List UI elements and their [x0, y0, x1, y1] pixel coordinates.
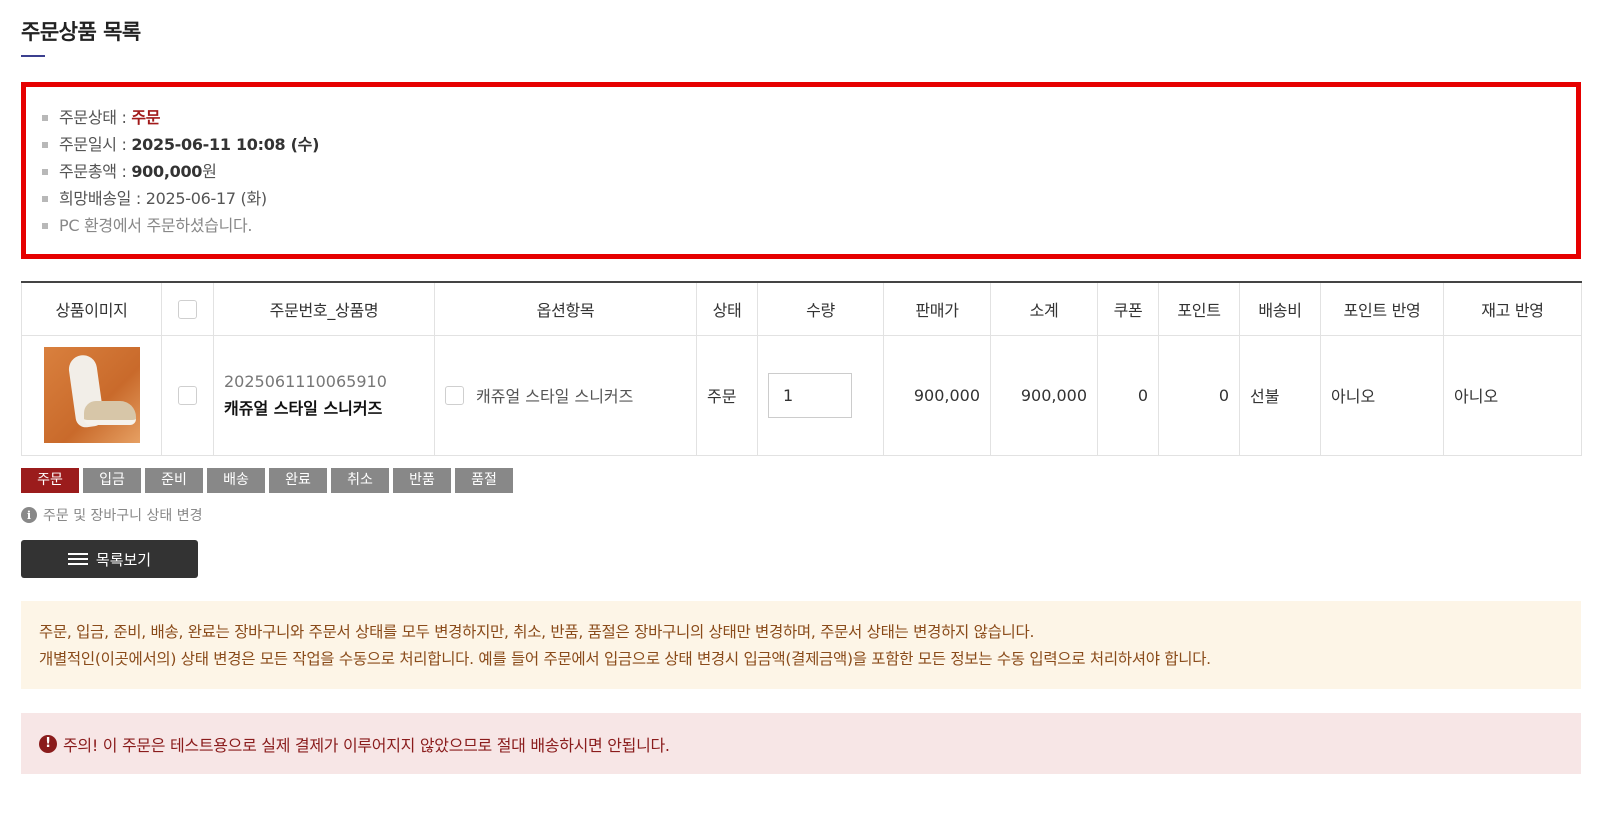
info-icon: i — [21, 507, 37, 523]
option-name: 캐쥬얼 스타일 스니커즈 — [476, 387, 634, 406]
status-button-group: 주문 입금 준비 배송 완료 취소 반품 품절 — [21, 468, 513, 493]
select-all-checkbox[interactable] — [178, 299, 197, 319]
product-image-cell — [21, 334, 162, 456]
order-items-table: 상품이미지 주문번호_상품명 옵션항목 상태 수량 판매가 소계 쿠폰 포인트 … — [21, 281, 1582, 456]
order-total-item: 주문총액 : 900,000원 — [42, 158, 1560, 185]
header-point-applied: 포인트 반영 — [1320, 281, 1444, 336]
order-product-cell: 2025061110065910 캐쥬얼 스타일 스니커즈 — [213, 334, 435, 456]
header-image: 상품이미지 — [21, 281, 162, 336]
list-view-button[interactable]: 목록보기 — [21, 540, 198, 578]
order-date-value: 2025-06-11 10:08 (수) — [131, 135, 320, 154]
quantity-cell — [757, 334, 884, 456]
test-order-warning: ! 주의! 이 주문은 테스트용으로 실제 결제가 이루어지지 않았으므로 절대… — [21, 713, 1581, 774]
product-thumbnail[interactable] — [43, 347, 140, 443]
table-header-row: 상품이미지 주문번호_상품명 옵션항목 상태 수량 판매가 소계 쿠폰 포인트 … — [21, 281, 1582, 336]
point-applied-cell: 아니오 — [1320, 334, 1444, 456]
header-coupon: 쿠폰 — [1097, 281, 1159, 336]
quantity-input[interactable] — [768, 372, 852, 418]
title-underline — [21, 55, 45, 57]
header-order-product: 주문번호_상품명 — [213, 281, 435, 336]
status-complete-button[interactable]: 완료 — [269, 468, 327, 493]
option-cell: 캐쥬얼 스타일 스니커즈 — [434, 334, 697, 456]
order-items-page: 주문상품 목록 주문상태 : 주문 주문일시 : 2025-06-11 10:0… — [0, 0, 1600, 817]
header-quantity: 수량 — [757, 281, 884, 336]
order-summary-list: 주문상태 : 주문 주문일시 : 2025-06-11 10:08 (수) 주문… — [42, 104, 1560, 239]
notice-line-1: 주문, 입금, 준비, 배송, 완료는 장바구니와 주문서 상태를 모두 변경하… — [39, 623, 1035, 641]
hint-text: 주문 및 장바구니 상태 변경 — [43, 508, 203, 524]
status-ready-button[interactable]: 준비 — [145, 468, 203, 493]
status-shipping-button[interactable]: 배송 — [207, 468, 265, 493]
list-view-label: 목록보기 — [95, 550, 152, 569]
shipping-cell: 선불 — [1239, 334, 1321, 456]
status-change-notice: 주문, 입금, 준비, 배송, 완료는 장바구니와 주문서 상태를 모두 변경하… — [21, 601, 1581, 689]
warning-text: 주의! 이 주문은 테스트용으로 실제 결제가 이루어지지 않았으므로 절대 배… — [63, 735, 670, 755]
order-summary-box: 주문상태 : 주문 주문일시 : 2025-06-11 10:08 (수) 주문… — [21, 82, 1581, 259]
price-cell: 900,000 — [883, 334, 991, 456]
order-env-note: PC 환경에서 주문하셨습니다. — [42, 212, 1560, 239]
order-number: 2025061110065910 — [224, 371, 387, 391]
exclamation-icon: ! — [39, 734, 57, 753]
table-row: 2025061110065910 캐쥬얼 스타일 스니커즈 캐쥬얼 스타일 스니… — [21, 334, 1582, 456]
header-stock-applied: 재고 반영 — [1443, 281, 1582, 336]
list-icon — [68, 553, 88, 565]
option-checkbox[interactable] — [445, 385, 464, 405]
row-select-cell — [161, 334, 214, 456]
order-status-value: 주문 — [131, 108, 161, 127]
subtotal-cell: 900,000 — [990, 334, 1098, 456]
status-order-button[interactable]: 주문 — [21, 468, 79, 493]
header-shipping: 배송비 — [1239, 281, 1321, 336]
delivery-date-value: 2025-06-17 (화) — [145, 189, 267, 208]
order-status-item: 주문상태 : 주문 — [42, 104, 1560, 131]
header-subtotal: 소계 — [990, 281, 1098, 336]
header-point: 포인트 — [1158, 281, 1240, 336]
order-total-value: 900,000 — [131, 162, 203, 181]
header-price: 판매가 — [883, 281, 991, 336]
point-cell: 0 — [1158, 334, 1240, 456]
status-deposit-button[interactable]: 입금 — [83, 468, 141, 493]
status-soldout-button[interactable]: 품절 — [455, 468, 513, 493]
header-option: 옵션항목 — [434, 281, 697, 336]
row-checkbox[interactable] — [178, 386, 197, 405]
header-status: 상태 — [696, 281, 758, 336]
header-select-all — [161, 281, 214, 336]
stock-applied-cell: 아니오 — [1443, 334, 1582, 456]
status-change-hint: i 주문 및 장바구니 상태 변경 — [21, 505, 202, 525]
status-cell: 주문 — [696, 334, 758, 456]
coupon-cell: 0 — [1097, 334, 1159, 456]
order-date-item: 주문일시 : 2025-06-11 10:08 (수) — [42, 131, 1560, 158]
product-name[interactable]: 캐쥬얼 스타일 스니커즈 — [224, 395, 424, 419]
section-title: 주문상품 목록 — [21, 20, 141, 44]
status-cancel-button[interactable]: 취소 — [331, 468, 389, 493]
delivery-date-item: 희망배송일 : 2025-06-17 (화) — [42, 185, 1560, 212]
notice-line-2: 개별적인(이곳에서의) 상태 변경은 모든 작업을 수동으로 처리합니다. 예를… — [39, 650, 1211, 668]
status-return-button[interactable]: 반품 — [393, 468, 451, 493]
